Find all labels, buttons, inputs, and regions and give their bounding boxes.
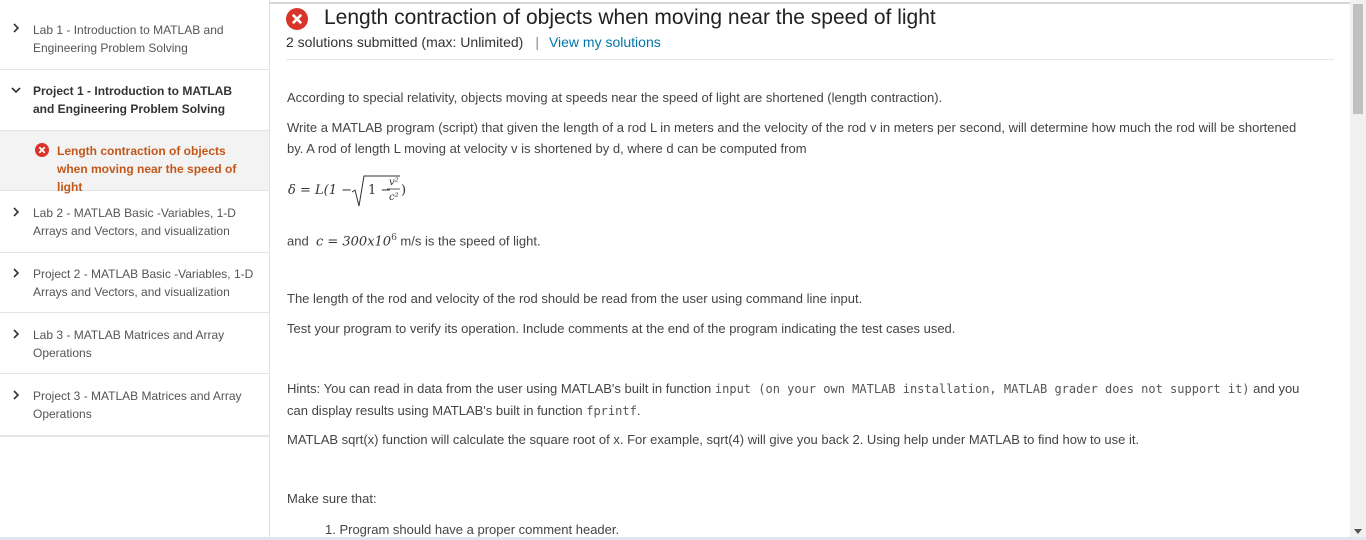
submission-info: 2 solutions submitted (max: Unlimited) | V…	[286, 34, 661, 50]
error-x-icon	[286, 8, 308, 30]
sidebar-item-label: Project 2 - MATLAB Basic -Variables, 1-D…	[33, 267, 254, 299]
sidebar-item-label: Project 1 - Introduction to MATLAB and E…	[33, 84, 233, 116]
sidebar-item-lab2[interactable]: Lab 2 - MATLAB Basic -Variables, 1-D Arr…	[0, 191, 269, 253]
chevron-right-icon	[13, 390, 20, 400]
sidebar-item-label: Project 3 - MATLAB Matrices and Array Op…	[33, 389, 242, 421]
c-equation: c = 300x10	[315, 234, 392, 250]
make-sure-text: Make sure that:	[287, 491, 377, 506]
input-paragraph: The length of the rod and velocity of th…	[287, 291, 863, 306]
submission-count: 2 solutions submitted (max: Unlimited)	[286, 34, 524, 50]
c-unit-text: m/s is the speed of light.	[400, 233, 541, 249]
top-divider	[270, 2, 1350, 4]
chevron-right-icon	[13, 329, 20, 339]
separator: |	[535, 34, 539, 50]
chevron-right-icon	[13, 23, 20, 33]
error-x-icon	[35, 143, 49, 157]
hints-text: Hints: You can read in data from the use…	[287, 381, 712, 396]
sidebar-item-lab3[interactable]: Lab 3 - MATLAB Matrices and Array Operat…	[0, 313, 269, 374]
task-paragraph: Write a MATLAB program (script) that giv…	[287, 120, 1297, 156]
sidebar-item-project3[interactable]: Project 3 - MATLAB Matrices and Array Op…	[0, 374, 269, 437]
header-divider	[286, 59, 1334, 60]
sidebar-item-label: Lab 2 - MATLAB Basic -Variables, 1-D Arr…	[33, 206, 236, 238]
length-contraction-formula: δ = L(1 − 1 − v² c² )	[288, 175, 406, 207]
chevron-right-icon	[13, 207, 20, 217]
sidebar-item-project1[interactable]: Project 1 - Introduction to MATLAB and E…	[0, 70, 269, 131]
sidebar-item-label: Lab 1 - Introduction to MATLAB and Engin…	[33, 23, 224, 55]
scroll-down-arrow-icon[interactable]	[1354, 529, 1362, 534]
chevron-down-icon	[11, 87, 21, 94]
fprintf-code: fprintf	[586, 404, 637, 418]
sidebar-subitem-label: Length contraction of objects when movin…	[57, 144, 237, 194]
input-code: input (on your own MATLAB installation, …	[714, 382, 1250, 396]
svg-text:): )	[401, 183, 406, 198]
page-title: Length contraction of objects when movin…	[324, 6, 936, 29]
view-solutions-link[interactable]: View my solutions	[549, 34, 661, 50]
svg-text:1 −: 1 −	[368, 183, 391, 198]
sidebar: Lab 1 - Introduction to MATLAB and Engin…	[0, 0, 270, 540]
sidebar-subitem-length-contraction[interactable]: Length contraction of objects when movin…	[0, 131, 269, 194]
hints-paragraph: Hints: You can read in data from the use…	[287, 378, 1310, 422]
sidebar-item-label: Lab 3 - MATLAB Matrices and Array Operat…	[33, 328, 225, 360]
chevron-right-icon	[13, 268, 20, 278]
c-exponent: 6	[391, 233, 397, 243]
speed-of-light-line: and c = 300x106 m/s is the speed of ligh…	[287, 228, 1310, 252]
vertical-scrollbar[interactable]	[1350, 0, 1366, 540]
test-paragraph: Test your program to verify its operatio…	[287, 321, 956, 336]
problem-panel: Length contraction of objects when movin…	[270, 0, 1350, 540]
sqrt-paragraph: MATLAB sqrt(x) function will calculate t…	[287, 432, 1140, 447]
sidebar-item-project2[interactable]: Project 2 - MATLAB Basic -Variables, 1-D…	[0, 253, 269, 313]
svg-text:v²: v²	[389, 177, 399, 188]
description-paragraph: According to special relativity, objects…	[287, 90, 943, 105]
svg-text:c²: c²	[389, 192, 399, 203]
sidebar-item-lab1[interactable]: Lab 1 - Introduction to MATLAB and Engin…	[0, 0, 269, 70]
svg-text:δ = L(1 −: δ = L(1 −	[288, 183, 352, 198]
and-text: and	[287, 233, 309, 249]
scrollbar-thumb[interactable]	[1353, 4, 1363, 114]
hints-end: .	[636, 403, 641, 418]
